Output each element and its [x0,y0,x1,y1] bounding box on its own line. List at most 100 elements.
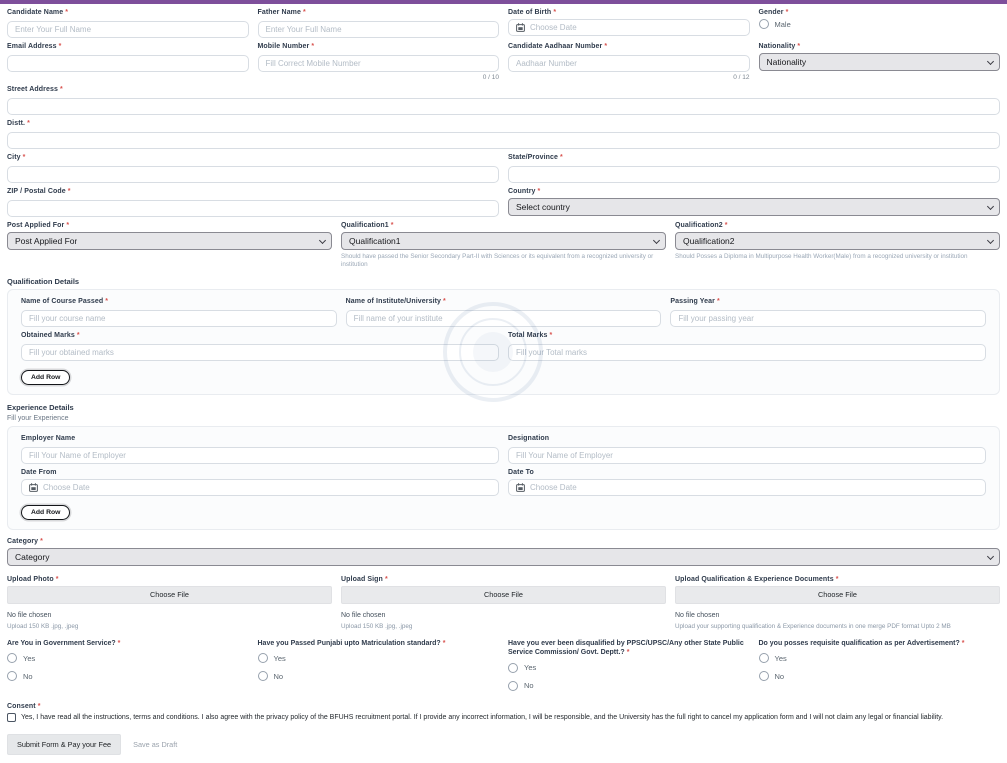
upload-sign-choose-file-button[interactable]: Choose File [341,586,666,604]
required-asterisk: * [786,9,789,16]
designation-input[interactable] [508,447,986,464]
label-text: Upload Photo [7,576,54,583]
govt-service-question-label: Are You in Government Service?* [7,639,249,648]
date-to-input[interactable]: Choose Date [508,479,986,496]
required-asterisk: * [66,222,69,229]
state-province-label: State/Province* [508,154,1000,161]
submit-button[interactable]: Submit Form & Pay your Fee [7,734,121,755]
required-asterisk: * [443,298,446,305]
total-marks-input[interactable] [508,344,986,361]
label-text: Street Address [7,86,58,93]
disqualified-yes-radio[interactable] [508,663,518,673]
upload-photo-section: Upload Photo* Choose File No file chosen… [7,576,332,631]
distt-input[interactable] [7,132,1000,149]
required-asterisk: * [59,43,62,50]
nationality-label: Nationality* [759,43,1001,50]
punjabi-yes-radio[interactable] [258,653,268,663]
mobile-char-counter: 0 / 10 [258,74,500,81]
label-text: Have you ever been disqualified by PPSC/… [508,640,744,656]
gender-male-radio[interactable] [759,19,769,29]
nationality-select[interactable]: Nationality [759,53,1001,71]
chevron-down-icon [987,58,994,65]
govt-service-question: Are You in Government Service?* Yes No [7,639,249,699]
passing-year-label: Passing Year* [670,298,986,305]
punjabi-no-radio[interactable] [258,671,268,681]
required-asterisk: * [443,640,446,647]
requisite-question-label: Do you posses requisite qualification as… [759,639,1001,648]
recruitment-application-form: Candidate Name* Father Name* Date of Bir… [0,4,1007,763]
label-text: Gender [759,9,784,16]
zip-input[interactable] [7,200,499,217]
total-marks-label: Total Marks* [508,332,986,339]
date-from-input[interactable]: Choose Date [21,479,499,496]
candidate-name-field: Candidate Name* [7,9,249,38]
disqualified-question-label: Have you ever been disqualified by PPSC/… [508,639,750,658]
upload-documents-choose-file-button[interactable]: Choose File [675,586,1000,604]
category-selected-value: Category [15,552,50,562]
requisite-yes-radio[interactable] [759,653,769,663]
experience-details-title: Experience Details [7,403,1000,412]
city-input[interactable] [7,166,499,183]
upload-photo-choose-file-button[interactable]: Choose File [7,586,332,604]
country-select[interactable]: Select country [508,198,1000,216]
passing-year-input[interactable] [670,310,986,327]
upload-documents-section: Upload Qualification & Experience Docume… [675,576,1000,631]
institute-input[interactable] [346,310,662,327]
candidate-name-label: Candidate Name* [7,9,249,16]
upload-documents-status: No file chosen [675,612,1000,619]
consent-checkbox[interactable] [7,713,16,722]
street-address-input[interactable] [7,98,1000,115]
post-applied-selected-value: Post Applied For [15,236,77,246]
required-asterisk: * [725,222,728,229]
mobile-number-input[interactable] [258,55,500,72]
employer-name-input[interactable] [21,447,499,464]
save-as-draft-button[interactable]: Save as Draft [133,740,177,749]
qualification-add-row-button[interactable]: Add Row [21,370,70,385]
employer-name-field: Employer Name [21,435,499,464]
obtained-marks-input[interactable] [21,344,499,361]
govt-service-no-radio[interactable] [7,671,17,681]
qualification1-select[interactable]: Qualification1 [341,232,666,250]
disqualified-no-label: No [524,681,534,690]
country-label: Country* [508,188,1000,195]
upload-sign-label: Upload Sign* [341,576,666,583]
experience-add-row-button[interactable]: Add Row [21,505,70,520]
chevron-down-icon [987,553,994,560]
label-text: Designation [508,435,549,442]
email-label: Email Address* [7,43,249,50]
consent-section: Consent* Yes, I have read all the instru… [7,703,1000,722]
upload-sign-status: No file chosen [341,612,666,619]
chevron-down-icon [319,237,326,244]
gender-label: Gender* [759,9,1001,16]
category-select[interactable]: Category [7,548,1000,566]
nationality-selected-value: Nationality [767,57,807,67]
calendar-icon [29,483,38,492]
required-asterisk: * [38,703,41,710]
requisite-no-radio[interactable] [759,671,769,681]
candidate-name-input[interactable] [7,21,249,38]
label-text: Category [7,538,38,545]
disqualified-no-radio[interactable] [508,681,518,691]
required-asterisk: * [627,649,630,656]
date-of-birth-input[interactable]: Choose Date [508,19,750,36]
qualification2-select[interactable]: Qualification2 [675,232,1000,250]
father-name-input[interactable] [258,21,500,38]
punjabi-question: Have you Passed Punjabi upto Matriculati… [258,639,500,699]
date-to-field: Date To Choose Date [508,469,986,496]
required-asterisk: * [385,576,388,583]
designation-label: Designation [508,435,986,442]
post-applied-select[interactable]: Post Applied For [7,232,332,250]
upload-photo-status: No file chosen [7,612,332,619]
course-passed-input[interactable] [21,310,337,327]
state-province-input[interactable] [508,166,1000,183]
label-text: Qualification2 [675,222,723,229]
calendar-icon [516,23,525,32]
email-input[interactable] [7,55,249,72]
govt-service-yes-radio[interactable] [7,653,17,663]
qualification1-selected-value: Qualification1 [349,236,401,246]
aadhaar-input[interactable] [508,55,750,72]
country-selected-value: Select country [516,202,570,212]
qualification-details-card: Name of Course Passed* Name of Institute… [7,289,1000,395]
label-text: Have you Passed Punjabi upto Matriculati… [258,640,441,647]
father-name-label: Father Name* [258,9,500,16]
